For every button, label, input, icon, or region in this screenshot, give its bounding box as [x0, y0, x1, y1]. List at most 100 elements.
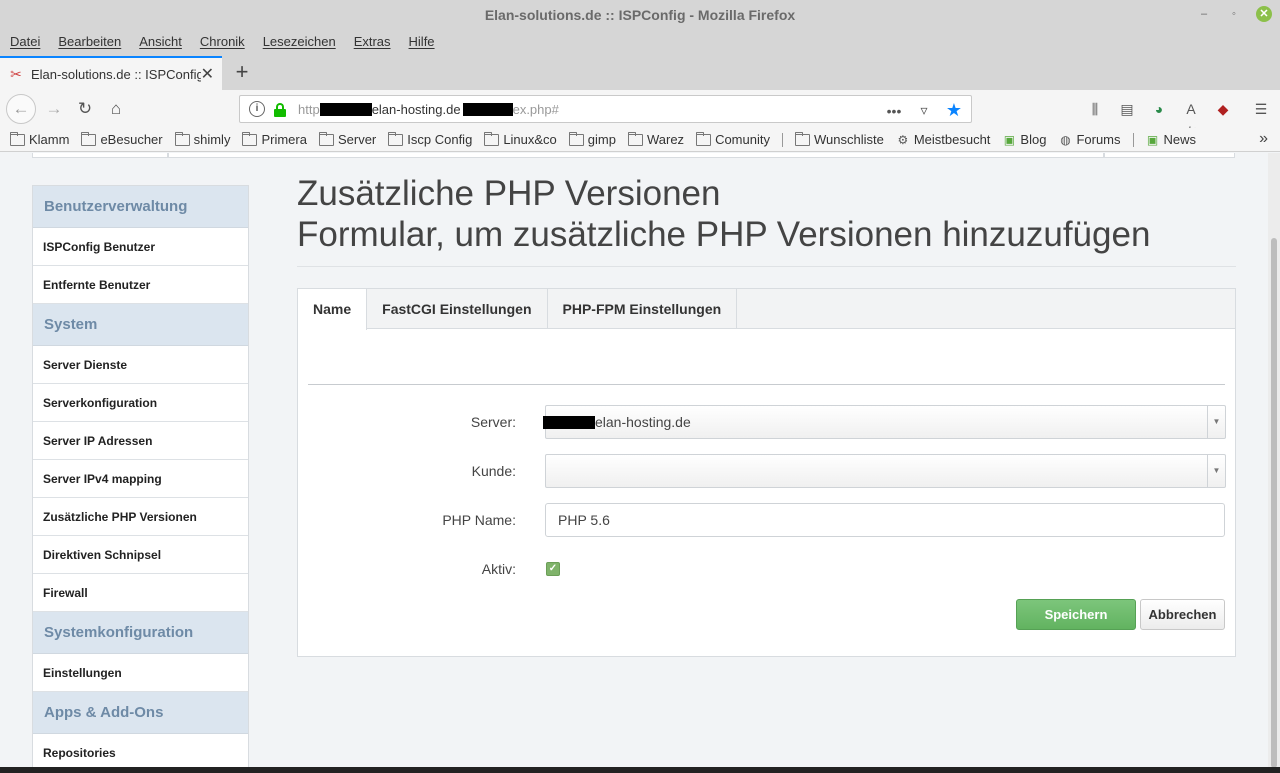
- server-select[interactable]: elan-hosting.de ▼: [543, 405, 1226, 439]
- sidebar-item-direktiven-schnipsel[interactable]: Direktiven Schnipsel: [33, 536, 248, 574]
- tab-php-fpm-einstellungen[interactable]: PHP-FPM Einstellungen: [548, 289, 738, 329]
- form-tabs: Name FastCGI Einstellungen PHP-FPM Einst…: [298, 289, 1235, 330]
- url-text[interactable]: http elan-hosting.de ex.php#: [298, 102, 559, 117]
- forward-arrow-icon[interactable]: →: [42, 97, 66, 121]
- maximize-icon[interactable]: ◦: [1226, 6, 1242, 22]
- sidebar-item-serverkonfiguration[interactable]: Serverkonfiguration: [33, 384, 248, 422]
- sidebar-item-repositories[interactable]: Repositories: [33, 734, 248, 767]
- info-icon[interactable]: i: [249, 101, 265, 117]
- browser-tab[interactable]: ✂ Elan-solutions.de :: ISPConfig ✕: [0, 56, 222, 90]
- bookmark-folder-gimp[interactable]: gimp: [568, 131, 616, 147]
- sidebar-item-entfernte-benutzer[interactable]: Entfernte Benutzer: [33, 266, 248, 304]
- bookmark-star-icon[interactable]: ★: [945, 100, 963, 121]
- php-name-row: PHP Name: PHP 5.6: [298, 503, 1237, 537]
- bookmark-folder-warez[interactable]: Warez: [627, 131, 684, 147]
- navigation-toolbar: ← → ↻ ⌂ i http elan-hosting.de ex.php# •…: [0, 90, 1280, 141]
- gear-icon: ⚙: [897, 132, 909, 147]
- tab-title: Elan-solutions.de :: ISPConfig: [31, 66, 201, 82]
- sidebar-item-ispconfig-benutzer[interactable]: ISPConfig Benutzer: [33, 228, 248, 266]
- back-arrow-icon[interactable]: ←: [6, 94, 36, 124]
- linux-mint-icon: ▣: [1146, 132, 1159, 147]
- bookmark-folder-primera[interactable]: Primera: [242, 131, 307, 147]
- sidebar-item-server-dienste[interactable]: Server Dienste: [33, 346, 248, 384]
- server-label: Server:: [470, 414, 516, 430]
- bookmark-meistbesucht[interactable]: ⚙ Meistbesucht: [896, 132, 990, 147]
- pocket-icon[interactable]: ▿: [915, 102, 933, 119]
- translate-icon[interactable]: Aあ: [1180, 97, 1202, 141]
- sidebar-item-zusaetzliche-php-versionen[interactable]: Zusätzliche PHP Versionen: [33, 498, 248, 536]
- menu-chronik[interactable]: Chronik: [200, 30, 245, 54]
- bookmark-folder-server[interactable]: Server: [318, 131, 376, 147]
- bookmark-separator: [1132, 132, 1134, 147]
- menubar: Datei Bearbeiten Ansicht Chronik Lesezei…: [0, 30, 1280, 54]
- bookmark-folder-ebesucher[interactable]: eBesucher: [81, 131, 163, 147]
- folder-icon: [627, 131, 643, 146]
- bookmark-forums[interactable]: ◍ Forums: [1058, 132, 1120, 147]
- globe-icon: ◍: [1060, 132, 1071, 147]
- home-icon[interactable]: ⌂: [104, 97, 128, 121]
- lock-icon[interactable]: [274, 102, 286, 117]
- sidebar-item-server-ipv4-mapping[interactable]: Server IPv4 mapping: [33, 460, 248, 498]
- tab-fastcgi-einstellungen[interactable]: FastCGI Einstellungen: [367, 289, 548, 329]
- aktiv-checkbox[interactable]: ✓: [546, 562, 560, 576]
- menu-hilfe[interactable]: Hilfe: [409, 30, 435, 54]
- bookmarks-overflow-chevron-icon[interactable]: »: [1259, 130, 1268, 148]
- sidebar-item-server-ip-adressen[interactable]: Server IP Adressen: [33, 422, 248, 460]
- new-tab-button[interactable]: +: [230, 60, 254, 84]
- bookmark-separator: [781, 132, 783, 147]
- chevron-down-icon[interactable]: ▼: [1207, 455, 1225, 487]
- php-version-form: Name FastCGI Einstellungen PHP-FPM Einst…: [297, 288, 1236, 657]
- page-actions-icon[interactable]: •••: [885, 103, 903, 119]
- page-scrollbar[interactable]: [1268, 153, 1280, 768]
- folder-icon: [696, 131, 712, 146]
- bookmark-folder-comunity[interactable]: Comunity: [696, 131, 770, 147]
- url-domain: elan-hosting.de: [371, 101, 461, 117]
- kunde-row: Kunde: ▼: [298, 454, 1237, 488]
- php-name-input[interactable]: PHP 5.6: [545, 503, 1225, 537]
- bookmarks-toolbar: Klamm eBesucher shimly Primera Server Is…: [0, 128, 1280, 152]
- linux-mint-icon: ▣: [1003, 132, 1016, 147]
- kunde-select[interactable]: ▼: [545, 454, 1226, 488]
- save-button[interactable]: Speichern: [1016, 599, 1136, 630]
- sidebar-section-apps-addons: Apps & Add-Ons: [33, 692, 248, 734]
- main-header: Zusätzliche PHP Versionen Formular, um z…: [297, 173, 1236, 267]
- menu-lesezeichen[interactable]: Lesezeichen: [263, 30, 336, 54]
- bookmark-folder-klamm[interactable]: Klamm: [10, 131, 69, 147]
- menu-ansicht[interactable]: Ansicht: [139, 30, 182, 54]
- url-bar[interactable]: i http elan-hosting.de ex.php# ••• ▿ ★: [239, 95, 972, 123]
- scrollbar-thumb[interactable]: [1271, 238, 1277, 768]
- close-window-icon[interactable]: ✕: [1256, 6, 1272, 22]
- ispconfig-favicon-icon: ✂: [10, 66, 22, 82]
- bookmark-folder-wunschliste[interactable]: Wunschliste: [794, 131, 884, 147]
- folder-icon: [10, 131, 25, 146]
- folder-icon: [568, 131, 584, 146]
- aktiv-label: Aktiv:: [481, 561, 516, 577]
- sidebar-item-firewall[interactable]: Firewall: [33, 574, 248, 612]
- page-title: Zusätzliche PHP Versionen Formular, um z…: [297, 173, 1236, 255]
- sync-icon[interactable]: ◕: [1148, 97, 1170, 121]
- menu-extras[interactable]: Extras: [354, 30, 391, 54]
- sidebar-item-einstellungen[interactable]: Einstellungen: [33, 654, 248, 692]
- library-icon[interactable]: ⫼: [1084, 97, 1106, 121]
- minimize-icon[interactable]: –: [1196, 6, 1212, 22]
- extension-icon[interactable]: ◆: [1212, 97, 1234, 121]
- bookmark-folder-iscp-config[interactable]: Iscp Config: [388, 131, 472, 147]
- close-tab-icon[interactable]: ✕: [201, 64, 214, 84]
- page-viewport: Benutzerverwaltung ISPConfig Benutzer En…: [0, 153, 1268, 767]
- bookmark-blog[interactable]: ▣ Blog: [1002, 132, 1047, 147]
- bookmark-folder-linux[interactable]: Linux&co: [484, 131, 557, 147]
- chevron-down-icon[interactable]: ▼: [1207, 406, 1225, 438]
- bookmark-folder-shimly[interactable]: shimly: [174, 131, 230, 147]
- sidebar: Benutzerverwaltung ISPConfig Benutzer En…: [32, 185, 249, 767]
- menu-datei[interactable]: Datei: [10, 30, 40, 54]
- cancel-button[interactable]: Abbrechen: [1140, 599, 1225, 630]
- aktiv-row: Aktiv: ✓: [298, 552, 1237, 586]
- hamburger-menu-icon[interactable]: ☰: [1250, 97, 1272, 121]
- redaction-block: [319, 102, 372, 116]
- menu-bearbeiten[interactable]: Bearbeiten: [58, 30, 121, 54]
- bookmark-news[interactable]: ▣ News: [1146, 132, 1196, 147]
- reload-icon[interactable]: ↻: [73, 97, 97, 121]
- sidebar-toggle-icon[interactable]: ▤: [1116, 97, 1138, 121]
- tab-name[interactable]: Name: [298, 289, 368, 330]
- folder-icon: [794, 131, 810, 146]
